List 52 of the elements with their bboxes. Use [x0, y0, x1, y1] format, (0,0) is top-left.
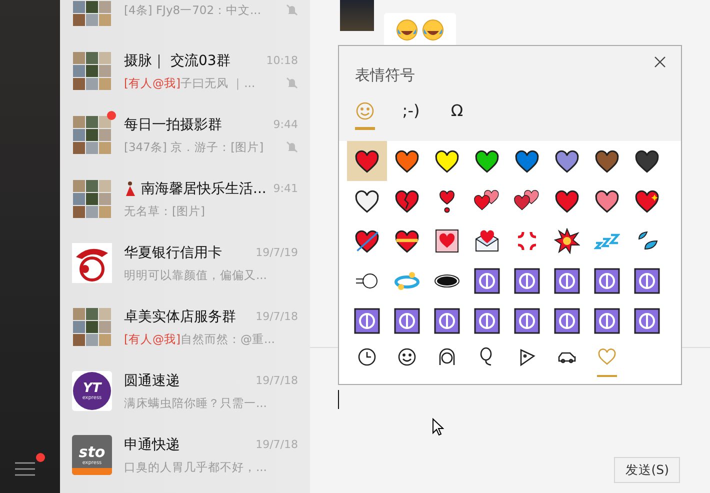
photo-collage	[72, 51, 112, 91]
chat-name: 每日一拍摄影群	[124, 116, 222, 134]
text-caret	[338, 390, 339, 409]
emoji-cell[interactable]	[347, 141, 387, 181]
laughing-tears-icon	[422, 19, 444, 41]
chat-name: 卓美实体店服务群	[124, 308, 236, 326]
chat-name: 南海馨居快乐生活...	[141, 180, 266, 198]
chat-time: 9:44	[273, 118, 298, 131]
chat-preview: 口臭的人胃几乎都不好，...	[124, 460, 267, 474]
chat-preview: [4条] FJy8一702：中文...	[124, 2, 261, 18]
chat-time: 9:41	[273, 182, 298, 195]
panel-title: 表情符号	[355, 66, 416, 85]
photo-collage	[72, 115, 112, 155]
chat-time: 19/7/19	[256, 246, 298, 259]
chat-time: 19/7/18	[256, 438, 298, 451]
heart-icon	[597, 347, 617, 367]
photo-collage	[72, 307, 112, 347]
clock-icon	[357, 347, 377, 367]
chat-item[interactable]: 华夏银行信用卡 19/7/19 明明可以靠颜值，偏偏又...	[60, 231, 310, 295]
laughing-tears-icon	[396, 19, 418, 41]
send-button[interactable]: 发送(S)	[614, 457, 680, 483]
chat-time: 19/7/18	[256, 310, 298, 323]
mascot-logo	[72, 243, 112, 283]
cloud-puff-icon	[354, 271, 380, 291]
mouse-pointer-icon	[432, 418, 444, 436]
chat-name: 圆通速递	[124, 372, 180, 390]
chat-name: 华夏银行信用卡	[124, 244, 222, 262]
chat-item[interactable]: 卓美实体店服务群 19/7/18 [有人@我]自然而然：@重...	[60, 295, 310, 359]
chat-item[interactable]: 每日一拍摄影群 9:44 [347条] 京．游子：[图片]	[60, 103, 310, 167]
chat-item[interactable]: 南海馨居快乐生活... 9:41 无名草：[图片]	[60, 167, 310, 231]
chat-time: 19/7/18	[256, 374, 298, 387]
close-icon	[654, 56, 666, 68]
smiley-icon	[355, 101, 375, 121]
photo-placeholder	[340, 0, 374, 31]
chat-name: 摄脉｜ 交流03群	[124, 52, 230, 70]
chat-name: 申通快递	[124, 436, 180, 454]
smiley-icon	[397, 347, 417, 367]
chat-preview: [有人@我]自然而然：@重...	[124, 332, 275, 346]
emoji-tab[interactable]: ;-)	[401, 101, 421, 130]
chat-preview: [347条] 京．游子：[图片]	[124, 140, 264, 154]
emoji-tab[interactable]: Ω	[447, 101, 467, 130]
muted-bell-icon	[286, 4, 298, 16]
chat-preview: [有人@我]子曰无风 ｜...	[124, 76, 256, 90]
chat-item[interactable]: 摄脉｜ 交流03群 10:18 [有人@我]子曰无风 ｜...	[60, 39, 310, 103]
menu-icon	[15, 462, 35, 476]
muted-bell-icon	[286, 141, 298, 153]
photo-collage	[72, 179, 112, 219]
chat-preview: 明明可以靠颜值，偏偏又...	[124, 268, 267, 282]
chat-time: 10:18	[266, 54, 298, 67]
chat-preview: 无名草：[图片]	[124, 204, 205, 218]
chat-preview: 满床螨虫陪你睡？只需一...	[124, 396, 267, 410]
muted-bell-icon	[286, 77, 298, 89]
